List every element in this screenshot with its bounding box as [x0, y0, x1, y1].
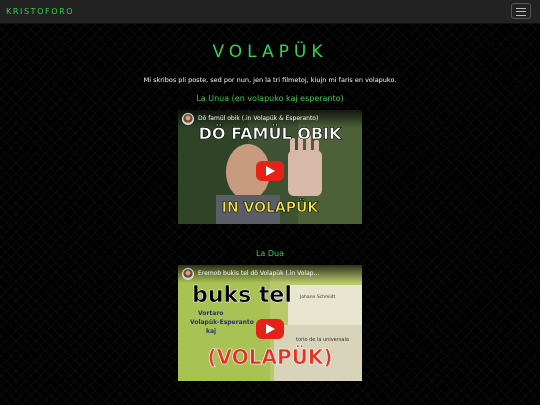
play-button-icon[interactable] [256, 319, 284, 339]
channel-avatar[interactable] [182, 113, 194, 125]
video-title[interactable]: Dö famül obik (.in Volapük & Esperanto) [198, 115, 318, 122]
page-title: VOLAPÜK [212, 42, 328, 62]
book-line-2: Volapük-Esperanto [190, 319, 254, 326]
intro-text: Mi skribos pli poste, sed por nun, jen l… [143, 76, 397, 84]
thumb-caption-bottom: IN VOLAPÜK [221, 200, 319, 217]
video-embed-2[interactable]: Johann Schmidt Vortaro Volapük-Esperanto… [178, 265, 362, 381]
play-button-icon[interactable] [256, 161, 284, 181]
section-heading-2: La Dua [255, 249, 285, 258]
book-line-4: torio de la universala [296, 337, 349, 343]
thumb-caption-bottom: (VOLAPÜK) [207, 345, 333, 370]
video-embed-1[interactable]: DÖ FAMÜL OBIK IN VOLAPÜK Dö famül obik (… [178, 110, 362, 224]
channel-avatar[interactable] [182, 268, 194, 280]
book-line-1: Vortaro [198, 310, 224, 317]
brand-logo[interactable]: KRISTOFORO [6, 7, 74, 16]
book-line-3: kaj [206, 328, 217, 335]
section-heading-1: La Unua (en volapuko kaj esperanto) [196, 94, 344, 103]
video-title[interactable]: Eremob bukis tel dö Volapük (.in Volap..… [198, 270, 319, 277]
navbar: KRISTOFORO [0, 0, 540, 24]
hamburger-icon[interactable] [511, 3, 531, 19]
thumb-caption-top: buks tel [192, 283, 292, 309]
